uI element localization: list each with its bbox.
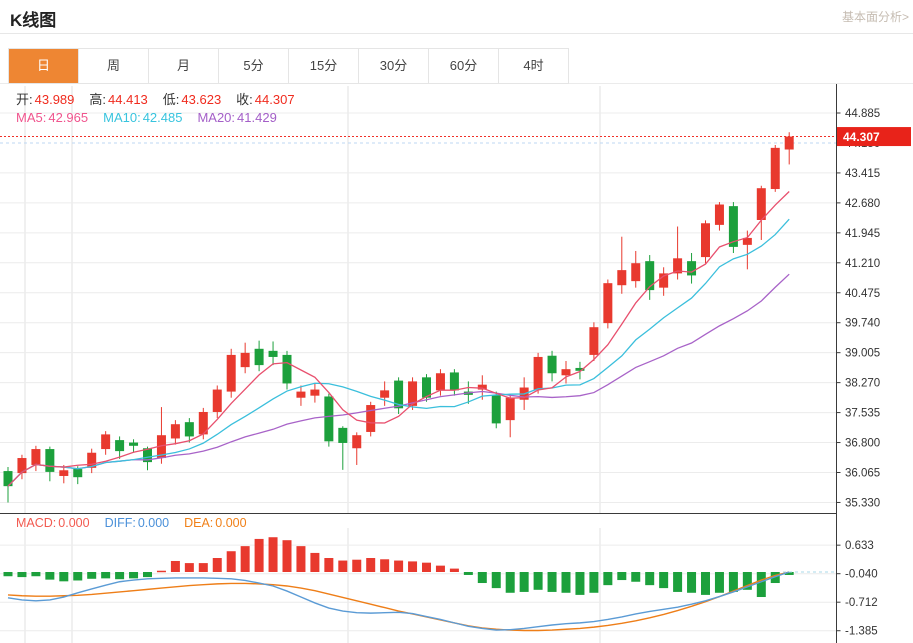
- current-price-badge: 44.307: [837, 127, 911, 146]
- tab-period-1[interactable]: 周: [79, 49, 149, 83]
- main-y-axis: 44.88544.15043.41542.68041.94541.21040.4…: [0, 84, 880, 514]
- diff-line: [8, 572, 789, 630]
- svg-text:39.740: 39.740: [845, 318, 880, 330]
- macd-item-0: MACD:0.000: [16, 516, 90, 530]
- svg-text:42.680: 42.680: [845, 198, 880, 210]
- ohlc-item-3: 收:44.307: [236, 89, 294, 108]
- header-divider: [0, 33, 913, 34]
- ma-item-0: MA5:42.965: [16, 110, 88, 125]
- svg-text:43.415: 43.415: [845, 168, 880, 180]
- svg-text:44.307: 44.307: [843, 130, 880, 144]
- svg-text:40.475: 40.475: [845, 288, 880, 300]
- kline-widget: K线图 基本面分析> 日周月5分15分30分60分4时 44.88544.150…: [0, 0, 913, 643]
- tab-period-6[interactable]: 60分: [429, 49, 499, 83]
- ohlc-item-1: 高:44.413: [89, 89, 147, 108]
- tab-period-4[interactable]: 15分: [289, 49, 359, 83]
- page-title: K线图: [10, 6, 56, 31]
- ma-item-2: MA20:41.429: [197, 110, 276, 125]
- svg-text:41.945: 41.945: [845, 228, 880, 240]
- macd-panel-chart[interactable]: 0.633 -0.040 -0.712 -1.385: [0, 514, 913, 643]
- period-tabbar: 日周月5分15分30分60分4时: [8, 48, 569, 84]
- fundamental-analysis-link[interactable]: 基本面分析>: [842, 8, 909, 25]
- macd-item-1: DIFF:0.000: [105, 516, 170, 530]
- macd-readout-row: MACD:0.000 DIFF:0.000 DEA:0.000: [16, 516, 247, 530]
- main-gridlines: [0, 86, 837, 514]
- svg-text:38.270: 38.270: [845, 378, 880, 390]
- svg-text:0.633: 0.633: [845, 540, 874, 552]
- svg-text:41.210: 41.210: [845, 258, 880, 270]
- svg-text:39.005: 39.005: [845, 348, 880, 360]
- macd-item-2: DEA:0.000: [184, 516, 246, 530]
- tab-period-5[interactable]: 30分: [359, 49, 429, 83]
- ohlc-item-2: 低:43.623: [163, 89, 221, 108]
- candlestick-series: [4, 132, 794, 502]
- macd-y-axis: 0.633 -0.040 -0.712 -1.385: [837, 514, 878, 643]
- svg-text:35.330: 35.330: [845, 497, 880, 509]
- macd-gridlines: [0, 528, 837, 643]
- tab-period-7[interactable]: 4时: [499, 49, 568, 83]
- macd-histogram: [4, 537, 794, 597]
- svg-text:37.535: 37.535: [845, 408, 880, 420]
- ohlc-readout-row: 开:43.989 高:44.413 低:43.623 收:44.307: [16, 89, 295, 108]
- tab-period-3[interactable]: 5分: [219, 49, 289, 83]
- svg-text:36.065: 36.065: [845, 468, 880, 480]
- tab-period-2[interactable]: 月: [149, 49, 219, 83]
- main-candlestick-chart[interactable]: 44.88544.15043.41542.68041.94541.21040.4…: [0, 84, 913, 514]
- ohlc-item-0: 开:43.989: [16, 89, 74, 108]
- svg-text:-0.712: -0.712: [845, 597, 878, 609]
- tab-period-0[interactable]: 日: [9, 49, 79, 83]
- svg-text:-0.040: -0.040: [845, 569, 878, 581]
- svg-text:44.885: 44.885: [845, 108, 880, 120]
- ma5-line: [8, 191, 789, 486]
- svg-text:-1.385: -1.385: [845, 626, 878, 638]
- svg-text:36.800: 36.800: [845, 438, 880, 450]
- ma-item-1: MA10:42.485: [103, 110, 182, 125]
- ma-readout-row: MA5:42.965 MA10:42.485 MA20:41.429: [16, 110, 277, 125]
